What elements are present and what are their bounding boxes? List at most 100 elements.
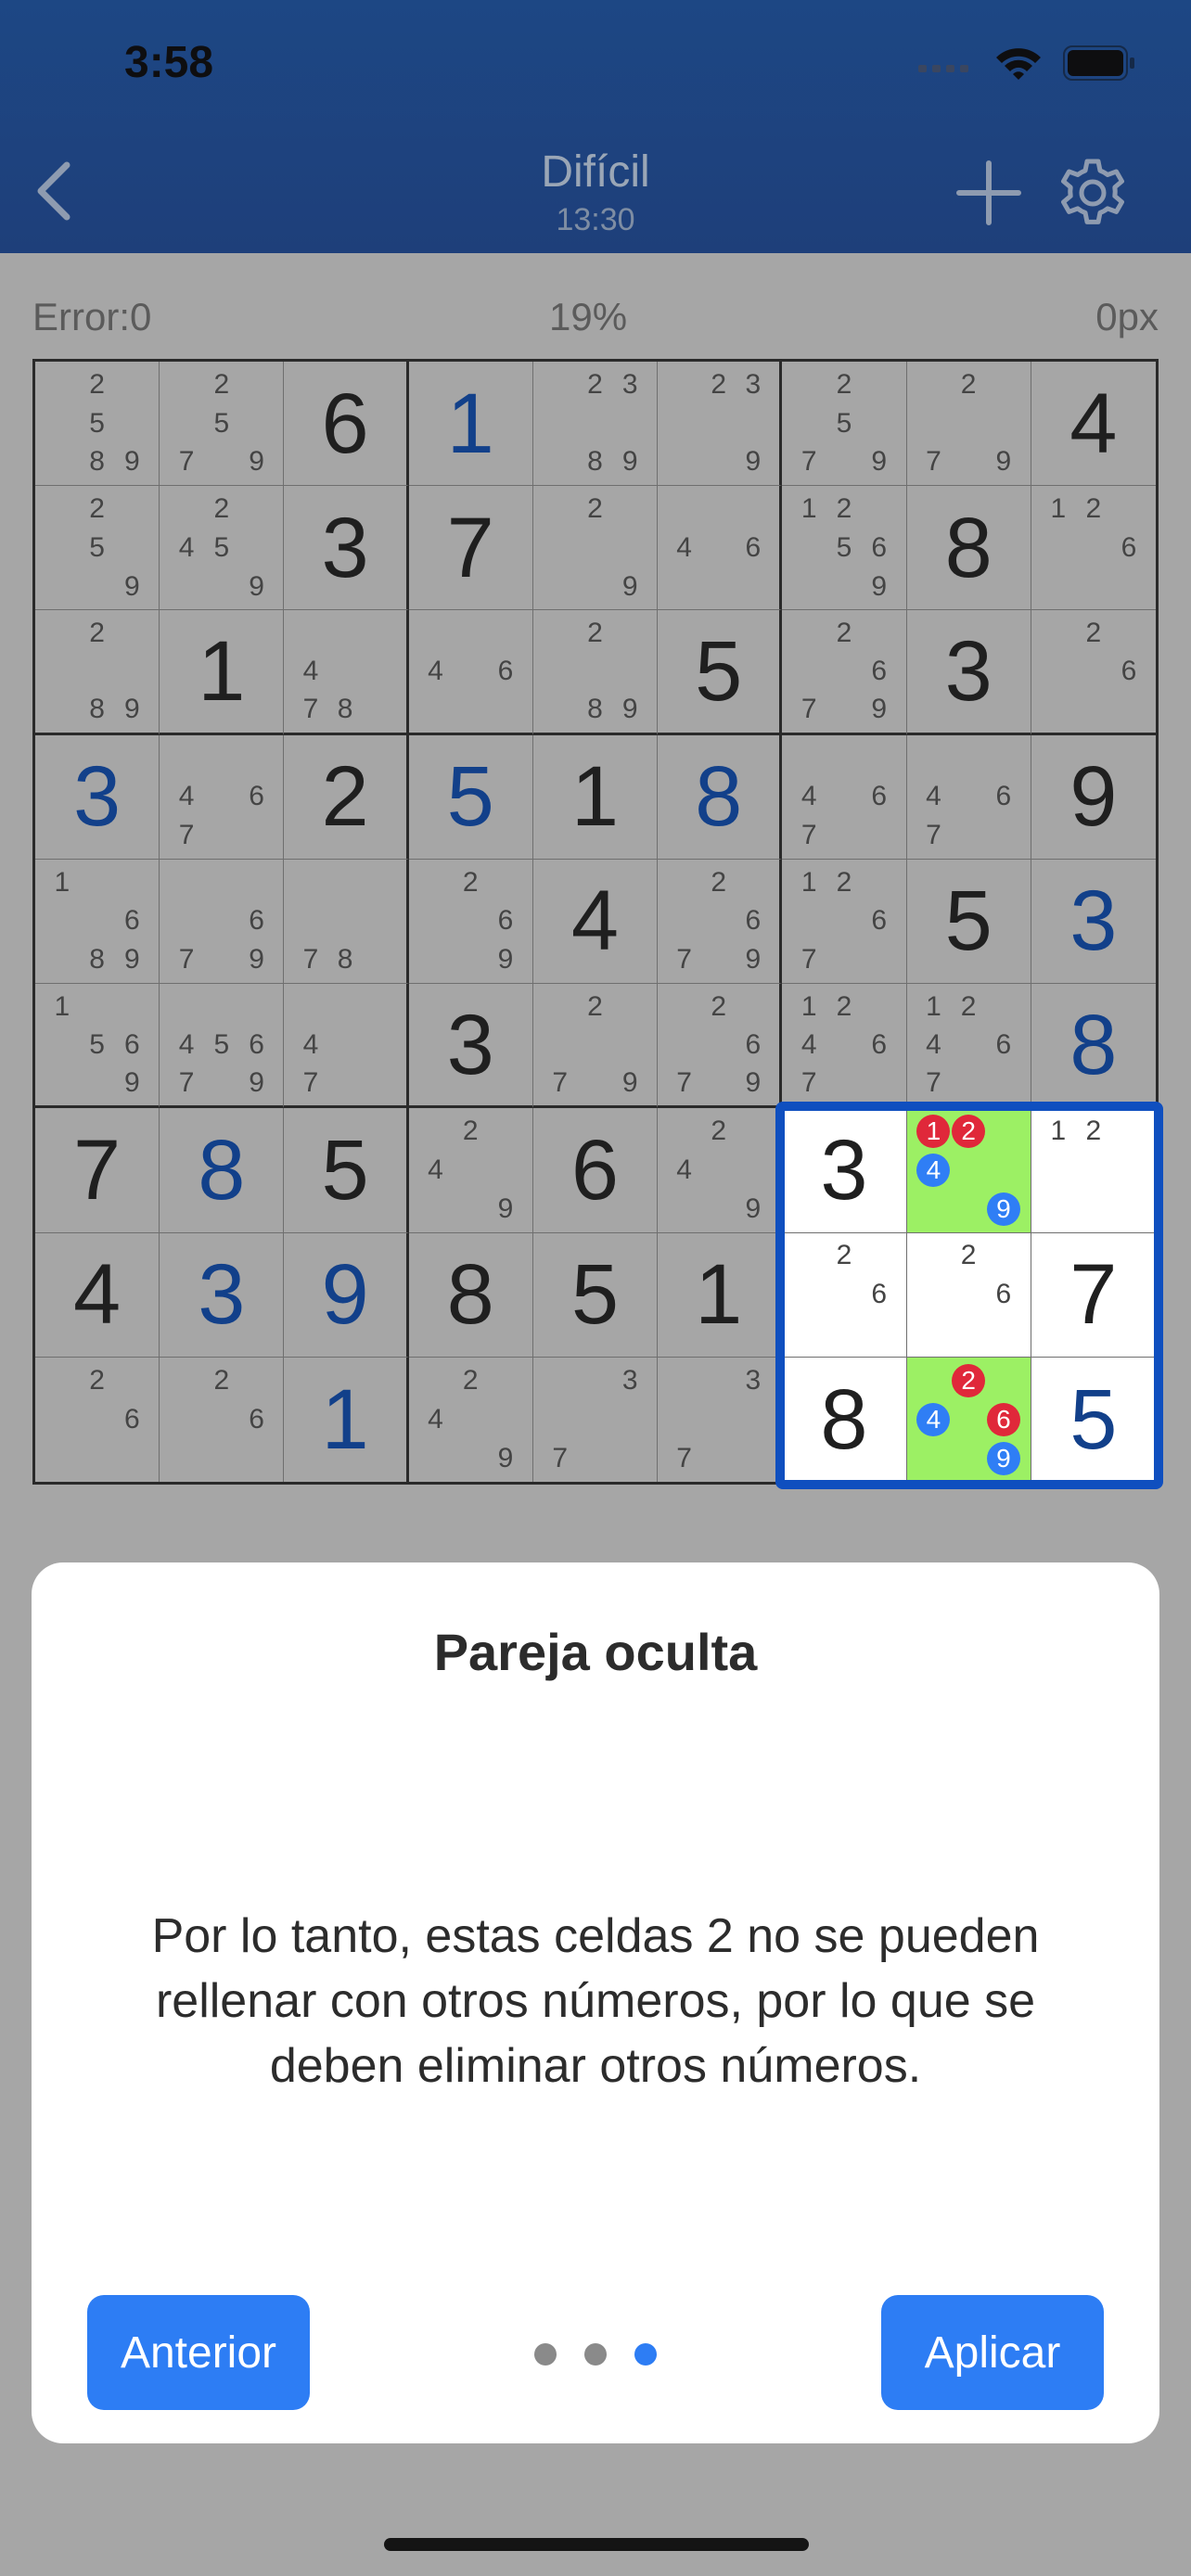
add-button[interactable]	[955, 159, 1022, 226]
sudoku-cell-r1c6[interactable]: 23 9	[658, 362, 783, 487]
sudoku-cell-r7c5[interactable]: 6	[532, 1108, 659, 1233]
sudoku-cell-r9c1[interactable]: 26	[35, 1357, 160, 1482]
sudoku-cell-r9c9[interactable]: 5	[1031, 1357, 1156, 1482]
sudoku-cell-r8c7[interactable]: 26	[782, 1232, 907, 1358]
sudoku-cell-r4c4[interactable]: 5	[408, 734, 533, 860]
pencil-mark	[667, 1190, 701, 1229]
sudoku-cell-r7c3[interactable]: 5	[284, 1108, 409, 1233]
sudoku-cell-r5c4[interactable]: 26 9	[408, 859, 533, 985]
sudoku-cell-r8c8[interactable]: 26	[906, 1232, 1031, 1358]
pencil-mark	[239, 365, 275, 404]
sudoku-cell-r1c4[interactable]: 1	[408, 362, 533, 487]
sudoku-cell-r1c7[interactable]: 2 57 9	[782, 362, 907, 487]
sudoku-cell-r5c8[interactable]: 5	[906, 859, 1031, 985]
sudoku-cell-r7c9[interactable]: 12	[1031, 1108, 1156, 1233]
sudoku-cell-r9c5[interactable]: 37	[533, 1357, 659, 1482]
sudoku-cell-r3c3[interactable]: 4 78	[284, 610, 409, 735]
sudoku-cell-r2c3[interactable]: 3	[284, 486, 409, 611]
sudoku-cell-r2c4[interactable]: 7	[408, 486, 533, 611]
sudoku-cell-r6c1[interactable]: 1569	[35, 984, 160, 1109]
sudoku-cell-r1c2[interactable]: 2 57 9	[160, 362, 285, 487]
sudoku-cell-r3c9[interactable]: 26	[1031, 610, 1156, 735]
settings-button[interactable]	[1056, 156, 1130, 230]
sudoku-cell-r8c2[interactable]: 3	[160, 1232, 285, 1358]
sudoku-cell-r7c6[interactable]: 24 9	[658, 1108, 783, 1233]
sudoku-cell-r5c1[interactable]: 1689	[35, 859, 160, 985]
sudoku-cell-r3c5[interactable]: 2 89	[532, 610, 659, 735]
sudoku-cell-r6c5[interactable]: 2 7 9	[532, 984, 659, 1109]
sudoku-cell-r7c4[interactable]: 24 9	[408, 1108, 533, 1233]
sudoku-cell-r5c3[interactable]: 78	[284, 859, 409, 985]
sudoku-cell-r7c1[interactable]: 7	[35, 1108, 160, 1233]
sudoku-cell-r3c1[interactable]: 2 89	[35, 610, 160, 735]
sudoku-cell-r4c9[interactable]: 9	[1031, 735, 1156, 860]
sudoku-cell-r7c2[interactable]: 8	[160, 1108, 285, 1233]
sudoku-cell-r2c6[interactable]: 46	[658, 486, 783, 611]
pencil-mark: 2	[960, 368, 977, 400]
sudoku-cell-r4c5[interactable]: 1	[532, 734, 659, 860]
sudoku-cell-r8c9[interactable]: 7	[1031, 1232, 1156, 1358]
sudoku-cell-r5c6[interactable]: 26 7 9	[658, 859, 783, 985]
pencil-mark	[986, 739, 1021, 778]
sudoku-cell-r5c7[interactable]: 126 7	[782, 859, 907, 985]
sudoku-cell-r5c5[interactable]: 4	[532, 859, 659, 985]
sudoku-cell-r9c3[interactable]: 1	[284, 1357, 409, 1482]
sudoku-cell-r5c2[interactable]: 6 7 9	[160, 859, 285, 985]
sudoku-cell-r6c7[interactable]: 124 6 7	[782, 984, 907, 1109]
sudoku-cell-r6c8[interactable]: 124 6 7	[906, 984, 1031, 1109]
sudoku-cell-r1c1[interactable]: 2 5 89	[35, 362, 160, 487]
sudoku-cell-r2c1[interactable]: 2 59	[35, 486, 160, 611]
pencil-mark	[701, 529, 736, 567]
sudoku-cell-r3c8[interactable]: 3	[906, 610, 1031, 735]
sudoku-cell-r3c6[interactable]: 5	[658, 610, 783, 735]
pencil-mark: 7	[800, 944, 817, 976]
sudoku-cell-r4c7[interactable]: 4 6 7	[782, 734, 907, 860]
sudoku-cell-r4c6[interactable]: 8	[658, 734, 783, 860]
sudoku-cell-r2c9[interactable]: 126	[1031, 486, 1156, 611]
sudoku-cell-r9c2[interactable]: 26	[160, 1357, 285, 1482]
pencil-marks: 1689	[45, 863, 149, 979]
sudoku-cell-r2c5[interactable]: 29	[532, 486, 659, 611]
sudoku-cell-r3c7[interactable]: 26 7 9	[782, 610, 907, 735]
pencil-mark	[826, 442, 862, 481]
sudoku-cell-r3c4[interactable]: 46	[408, 610, 533, 735]
sudoku-cell-r4c3[interactable]: 2	[284, 734, 409, 860]
sudoku-cell-r6c2[interactable]: 456 7 9	[160, 984, 285, 1109]
sudoku-cell-r1c8[interactable]: 2 7 9	[906, 362, 1031, 487]
sudoku-cell-r8c1[interactable]: 4	[35, 1232, 160, 1358]
sudoku-cell-r1c5[interactable]: 23 89	[532, 362, 659, 487]
sudoku-cell-r2c8[interactable]: 8	[906, 486, 1031, 611]
previous-button[interactable]: Anterior	[87, 2295, 310, 2410]
sudoku-cell-r2c2[interactable]: 2459	[160, 486, 285, 611]
sudoku-cell-r3c2[interactable]: 1	[160, 610, 285, 735]
pencil-mark	[1041, 691, 1076, 729]
sudoku-cell-r4c8[interactable]: 4 6 7	[906, 734, 1031, 860]
sudoku-cell-r9c7[interactable]: 8	[782, 1357, 907, 1482]
sudoku-cell-r4c2[interactable]: 4 6 7	[160, 734, 285, 860]
sudoku-cell-r6c3[interactable]: 47	[284, 984, 409, 1109]
apply-button[interactable]: Aplicar	[881, 2295, 1104, 2410]
sudoku-cell-r9c8[interactable]: 24 6 9	[906, 1357, 1031, 1482]
sudoku-cell-r1c3[interactable]: 6	[284, 362, 409, 487]
back-button[interactable]	[28, 158, 83, 223]
pencil-mark: 6	[249, 781, 264, 812]
sudoku-cell-r8c3[interactable]: 9	[284, 1232, 409, 1358]
sudoku-cell-r8c4[interactable]: 8	[408, 1232, 533, 1358]
pencil-mark	[986, 404, 1021, 443]
sudoku-cell-r5c9[interactable]: 3	[1031, 860, 1156, 985]
sudoku-cell-r7c7[interactable]: 3	[782, 1108, 907, 1233]
sudoku-cell-r9c6[interactable]: 37	[658, 1357, 783, 1482]
sudoku-cell-r8c6[interactable]: 1	[658, 1232, 783, 1358]
sudoku-cell-r8c5[interactable]: 5	[532, 1232, 659, 1358]
sudoku-cell-r1c9[interactable]: 4	[1031, 362, 1156, 487]
sudoku-cell-r7c8[interactable]: 124 9	[906, 1108, 1031, 1233]
sudoku-cell-r9c4[interactable]: 24 9	[409, 1357, 533, 1482]
sudoku-cell-r6c9[interactable]: 8	[1031, 984, 1156, 1109]
sudoku-cell-r4c1[interactable]: 3	[35, 734, 160, 860]
pencil-mark	[45, 567, 80, 606]
sudoku-cell-r2c7[interactable]: 12 56 9	[782, 486, 907, 611]
sudoku-cell-r6c6[interactable]: 26 7 9	[658, 984, 783, 1109]
pencil-mark	[80, 653, 115, 691]
pencil-mark: 7	[800, 694, 817, 725]
sudoku-cell-r6c4[interactable]: 3	[408, 984, 533, 1109]
